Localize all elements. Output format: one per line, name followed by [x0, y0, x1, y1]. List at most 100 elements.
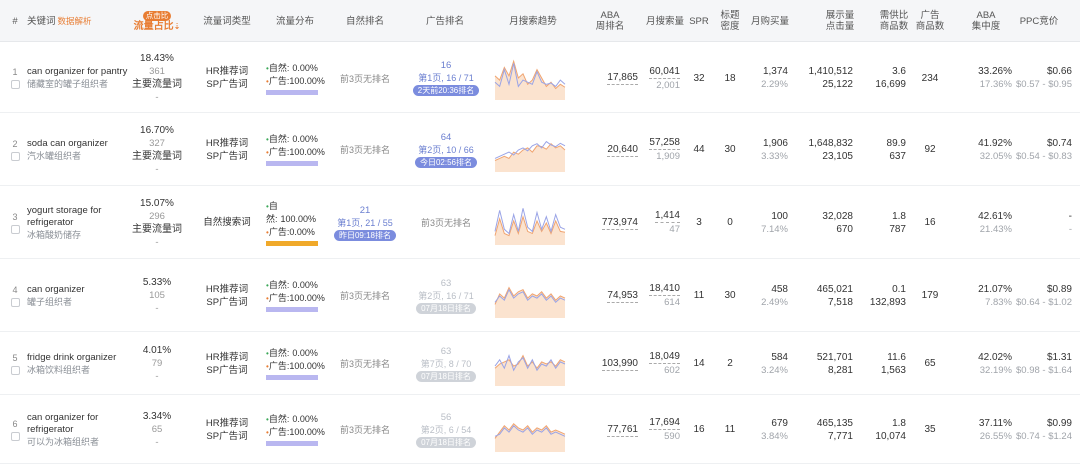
- keyword-text[interactable]: soda can organizer: [27, 138, 108, 150]
- row-index: 5: [12, 352, 18, 363]
- monthly-search[interactable]: 18,049: [649, 350, 680, 364]
- flow-bar: [266, 375, 318, 380]
- table-row[interactable]: 3 yogurt storage for refrigerator 冰箱酸奶储存 15.…: [0, 186, 1080, 259]
- impr-header-l2: 点击量: [825, 21, 855, 32]
- ppc-range: $0.54 - $0.83: [1016, 150, 1072, 162]
- search-cell: 18,049 602: [630, 332, 680, 395]
- search-trend-sparkline[interactable]: [494, 200, 566, 246]
- col-share-header[interactable]: 点击比 流量占比⇣: [130, 0, 184, 42]
- flow-cell: •自然: 0.00% •广告:100.00%: [266, 43, 326, 113]
- product-count: 132,893: [869, 296, 906, 308]
- natural-value: 0.00%: [292, 62, 318, 73]
- monthly-search[interactable]: 17,694: [649, 416, 680, 430]
- traffic-type-2: SP广告词: [206, 79, 248, 90]
- aba-concentration-2: 7.83%: [985, 296, 1012, 308]
- daily-search: 602: [664, 365, 680, 376]
- col-keyword-header[interactable]: 关键词 数据解析: [27, 0, 127, 42]
- row-checkbox[interactable]: [10, 431, 20, 441]
- concentration-cell: 42.02% 32.19%: [960, 332, 1012, 395]
- row-checkbox[interactable]: [10, 224, 20, 234]
- keyword-text[interactable]: can organizer: [27, 284, 85, 296]
- ad-rank-position[interactable]: 16: [441, 60, 452, 72]
- search-trend-sparkline[interactable]: [494, 273, 566, 319]
- search-trend-sparkline[interactable]: [494, 55, 566, 101]
- col-ppc-header[interactable]: PPC竞价: [1014, 0, 1064, 42]
- keyword-text[interactable]: can organizer for: [27, 412, 98, 424]
- share-dash: -: [155, 371, 159, 382]
- ppc-cell: $0.89 $0.64 - $1.02: [1012, 259, 1072, 332]
- trend-area: [495, 355, 565, 386]
- keyword-text-line2[interactable]: refrigerator: [27, 217, 73, 229]
- clicks: 25,122: [822, 79, 853, 90]
- title-density-value: 11: [724, 424, 736, 435]
- flow-bar: [266, 240, 318, 246]
- monthly-search[interactable]: 57,258: [649, 136, 680, 150]
- col-aba-header[interactable]: ABA 周排名: [588, 0, 632, 42]
- keyword-text[interactable]: can organizer for pantry: [27, 66, 127, 78]
- table-row[interactable]: 5 fridge drink organizer 冰箱饮料组织者 4.01% 79 - HR…: [0, 332, 1080, 395]
- ppc-range: $0.98 - $1.64: [1016, 364, 1072, 376]
- ad-value: 100.00%: [289, 427, 325, 437]
- keyword-text[interactable]: yogurt storage for: [27, 205, 101, 217]
- title-density-value: 18: [724, 72, 736, 84]
- search-trend-sparkline[interactable]: [494, 407, 566, 453]
- monthly-search[interactable]: 60,041: [649, 65, 680, 79]
- keyword-text-line2[interactable]: refrigerator: [27, 424, 73, 436]
- flow-header-label: 流量分布: [275, 15, 314, 27]
- col-search-header[interactable]: 月搜索量: [640, 0, 690, 42]
- ad-rank-position[interactable]: 56: [441, 412, 452, 424]
- ad-rank-position[interactable]: 64: [441, 132, 452, 144]
- table-row[interactable]: 1 can organizer for pantry 储藏室的罐子组织者 18.43%…: [0, 43, 1080, 113]
- impr-cell: 465,021 7,518: [800, 259, 853, 332]
- ad-value: 100.00%: [289, 147, 325, 157]
- search-trend-sparkline[interactable]: [494, 341, 566, 387]
- adprod-header-l2: 商品数: [915, 21, 945, 32]
- traffic-type-1: HR推荐词: [205, 283, 249, 295]
- search-trend-sparkline[interactable]: [494, 127, 566, 173]
- col-ad-products-header[interactable]: 广告 商品数: [913, 0, 947, 42]
- aba-concentration: 37.11%: [978, 417, 1012, 429]
- col-concentration-header[interactable]: ABA 集中度: [964, 0, 1008, 42]
- natural-rank-position[interactable]: 21: [360, 205, 371, 217]
- ppc-range: $0.57 - $0.95: [1016, 79, 1072, 90]
- col-ratio-header[interactable]: 需供比 商品数: [872, 0, 916, 42]
- row-checkbox[interactable]: [10, 297, 20, 307]
- sort-desc-icon[interactable]: ⇣: [174, 22, 181, 31]
- ad-rank-position[interactable]: 63: [441, 278, 452, 290]
- ad-rank-cell: 前3页无排名: [408, 186, 484, 259]
- table-row[interactable]: 6 can organizer for refrigerator 可以为冰箱组织者 3.…: [0, 395, 1080, 464]
- spr-value: 16: [693, 424, 705, 435]
- type-header-label: 流量词类型: [203, 15, 251, 27]
- buy-rate: 2.29%: [761, 79, 788, 90]
- keyword-text[interactable]: fridge drink organizer: [27, 352, 116, 364]
- traffic-type-2: SP广告词: [206, 150, 248, 162]
- monthly-buy: 458: [771, 283, 788, 295]
- flow-cell: •自然: 0.00% •广告:100.00%: [266, 332, 326, 395]
- col-impr-header[interactable]: 展示量 点击量: [815, 0, 865, 42]
- monthly-buy: 584: [771, 351, 788, 363]
- ad-rank-position[interactable]: 63: [441, 346, 452, 358]
- col-title-density-header[interactable]: 标题 密度: [715, 0, 745, 42]
- share-cell: 3.34% 65 -: [130, 395, 184, 464]
- ad-label: 广告:: [268, 75, 290, 86]
- row-checkbox[interactable]: [10, 80, 20, 89]
- share-count: 327: [149, 137, 165, 149]
- table-row[interactable]: 2 soda can organizer 汽水罐组织者 16.70% 327 主要流量词 -…: [0, 113, 1080, 186]
- col-buy-header[interactable]: 月购买量: [748, 0, 792, 42]
- row-checkbox[interactable]: [10, 365, 20, 375]
- ad-products-cell: 65: [916, 332, 944, 395]
- spr-value: 14: [693, 358, 705, 369]
- main-traffic-label: 主要流量词: [132, 150, 182, 162]
- share-count: 105: [149, 290, 165, 301]
- impr-cell: 465,135 7,771: [800, 395, 853, 464]
- monthly-search[interactable]: 1,414: [654, 209, 680, 223]
- daily-search: 2,001: [656, 79, 680, 91]
- ad-share: •广告:100.00%: [266, 360, 325, 373]
- col-spr-header[interactable]: SPR: [688, 0, 710, 42]
- table-row[interactable]: 4 can organizer 罐子组织者 5.33% 105- HR推荐词 SP广告词 •自…: [0, 259, 1080, 332]
- monthly-search[interactable]: 18,410: [649, 282, 680, 296]
- row-checkbox[interactable]: [10, 151, 20, 161]
- share-cell: 15.07% 296 主要流量词 -: [130, 186, 184, 259]
- keyword-analysis-link[interactable]: 数据解析: [58, 16, 92, 27]
- ad-products-count: 16: [924, 217, 936, 228]
